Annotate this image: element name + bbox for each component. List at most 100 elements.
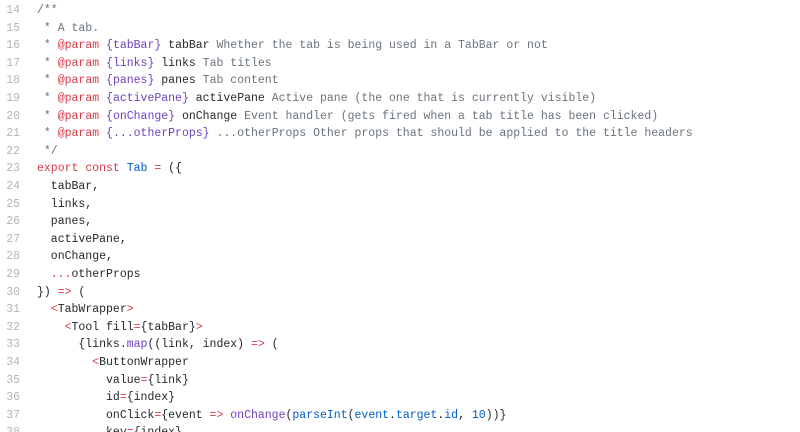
code-token: @param	[57, 109, 100, 123]
code-token: activePane,	[37, 232, 127, 246]
line-number: 34	[6, 356, 20, 369]
code-token: ))}	[485, 408, 507, 422]
code-token: Whether the tab is being used in a TabBa…	[209, 39, 548, 53]
code-token: *	[37, 39, 58, 53]
code-token: id	[37, 391, 120, 405]
code-token: ...otherProps Other props that should be…	[209, 127, 693, 141]
code-token: Tab content	[195, 74, 279, 88]
line-number-gutter: 14 15 16 17 18 19 20 21 22 23 24 25 26 27 28 29 30 31 32 33…	[0, 0, 28, 432]
line-number: 28	[6, 250, 20, 264]
code-token: Event handler (gets fired when a tab tit…	[237, 109, 659, 123]
line-number: 20	[6, 109, 20, 123]
code-token: *	[37, 92, 58, 105]
code-line: * @param {panes} panes Tab content	[37, 72, 279, 90]
code-token: Active pane (the one that is currently v…	[264, 92, 597, 105]
code-token: id	[444, 408, 459, 422]
code-line: ...otherProps	[37, 266, 141, 284]
line-number: 16	[6, 39, 20, 53]
code-token: export	[37, 162, 79, 176]
code-token: parseInt	[292, 408, 348, 422]
code-line: <TabWrapper>	[37, 301, 134, 319]
code-line: * @param {...otherProps} ...otherProps O…	[37, 125, 693, 143]
code-token: ...	[50, 268, 72, 281]
code-token: >	[195, 320, 203, 334]
code-line: activePane,	[37, 231, 127, 249]
code-token: links	[161, 56, 196, 70]
code-token: {tabBar}	[140, 320, 196, 334]
code-token: })	[37, 285, 58, 299]
line-number: 23	[6, 162, 20, 176]
code-line: * @param {onChange} onChange Event handl…	[37, 108, 658, 126]
code-line: key={index}	[37, 424, 182, 432]
code-token: const	[85, 162, 120, 176]
code-token: @param	[57, 39, 100, 53]
line-number: 37	[6, 408, 20, 422]
line-number: 30	[6, 285, 20, 299]
code-token: TabWrapper	[57, 303, 127, 317]
code-token: Tab	[126, 162, 148, 176]
line-number: 17	[6, 56, 20, 70]
code-line: {links.map((link, index) => (	[37, 336, 278, 354]
code-token: event	[354, 408, 390, 422]
code-token: {index}	[126, 391, 176, 405]
code-token: activePane	[195, 92, 265, 105]
line-number: 31	[6, 303, 20, 317]
code-line: */	[37, 143, 58, 161]
code-token: {panes}	[106, 74, 155, 88]
code-line: links,	[37, 196, 92, 214]
line-number: 25	[6, 197, 20, 211]
code-line: id={index}	[37, 389, 175, 407]
code-token: @param	[57, 74, 100, 88]
line-number: 19	[6, 92, 20, 105]
code-line: onClick={event => onChange(parseInt(even…	[37, 407, 506, 425]
code-token: =>	[250, 338, 265, 352]
code-token: ButtonWrapper	[99, 356, 189, 369]
code-token: =	[133, 320, 141, 334]
code-token: */	[37, 144, 58, 158]
code-line: * A tab.	[37, 20, 99, 38]
code-token: Tool fill	[71, 320, 134, 334]
code-token: {activePane}	[106, 92, 189, 105]
code-token: target	[395, 408, 438, 422]
code-token: links,	[37, 197, 93, 211]
code-line: * @param {links} links Tab titles	[37, 55, 272, 73]
code-editor[interactable]: 14 15 16 17 18 19 20 21 22 23 24 25 26 27 28 29 30 31 32 33…	[0, 0, 800, 432]
code-token: panes,	[37, 215, 93, 229]
code-token: onClick	[37, 408, 155, 422]
code-token: Tab titles	[195, 56, 272, 70]
line-number: 15	[6, 21, 20, 35]
code-line: value={link}	[37, 372, 189, 390]
code-token: onChange	[181, 109, 238, 123]
code-area[interactable]: /** * A tab. * @param {tabBar} tabBar Wh…	[37, 0, 800, 432]
code-token: value	[37, 373, 141, 387]
code-token: =	[127, 426, 134, 432]
code-token: @param	[57, 127, 100, 141]
line-number: 38	[0, 424, 20, 432]
code-token: <	[50, 303, 58, 317]
code-token: {links}	[106, 56, 155, 70]
code-line: /**	[37, 2, 58, 20]
code-line: * @param {tabBar} tabBar Whether the tab…	[37, 37, 548, 55]
code-line: export const Tab = ({	[37, 160, 182, 178]
code-token: ({	[161, 162, 182, 176]
code-token: *	[37, 127, 58, 141]
code-line: }) => (	[37, 284, 85, 302]
code-token: {tabBar}	[106, 39, 162, 53]
code-token: panes	[161, 74, 196, 88]
code-token: tabBar,	[37, 180, 100, 193]
line-number: 24	[6, 180, 20, 193]
code-token: onChange,	[37, 250, 113, 264]
code-token: *	[37, 109, 58, 123]
code-token: @param	[57, 92, 100, 105]
code-token: {index}	[134, 426, 182, 432]
line-number: 29	[6, 268, 20, 281]
